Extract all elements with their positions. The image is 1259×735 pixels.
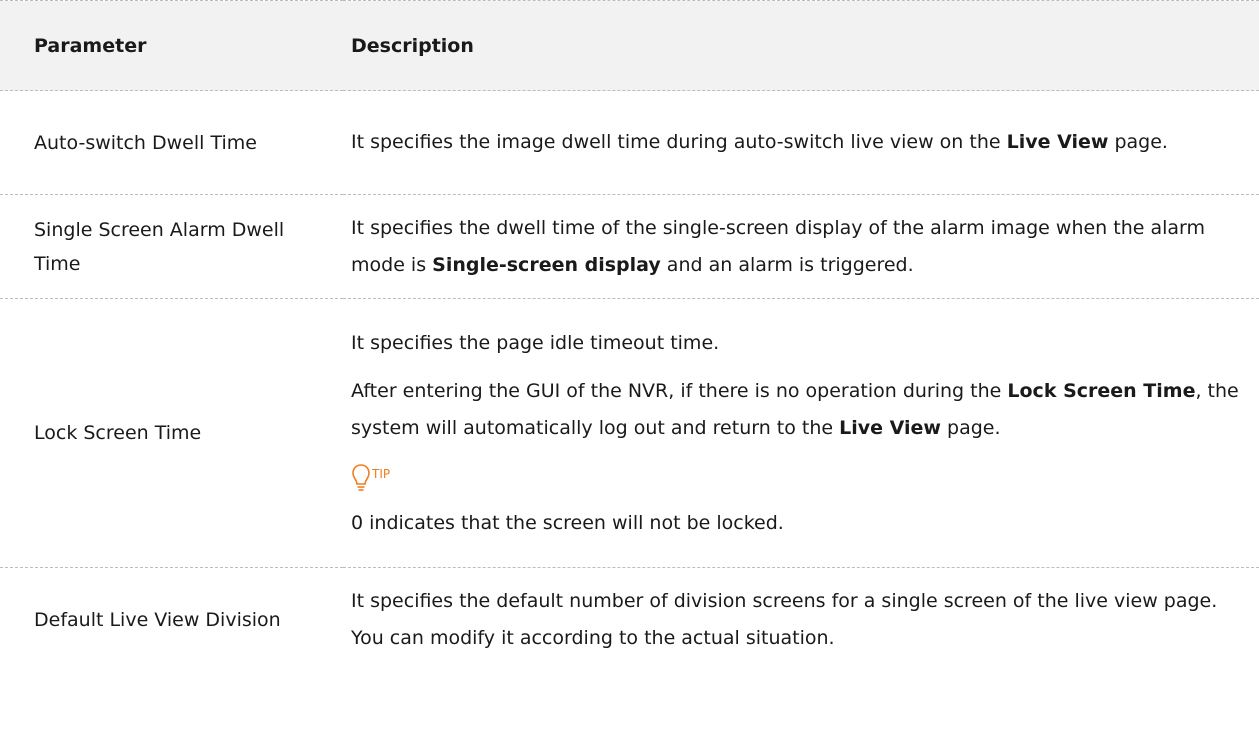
param-default-live-view-division: Default Live View Division bbox=[34, 608, 281, 631]
param-single-screen-alarm-dwell-time: Single Screen Alarm Dwell Time bbox=[0, 194, 343, 299]
desc-bold-term: Live View bbox=[1006, 131, 1109, 153]
table-row: Auto-switch Dwell Time It specifies the … bbox=[0, 90, 1259, 195]
desc-lock-screen-time: It specifies the page idle timeout time.… bbox=[343, 298, 1259, 568]
table-header-row: Parameter Description bbox=[0, 0, 1259, 91]
desc-paragraph: It specifies the page idle timeout time. bbox=[351, 331, 720, 354]
table-row: Single Screen Alarm Dwell Time It specif… bbox=[0, 194, 1259, 299]
desc-bold-term: Single-screen display bbox=[432, 253, 661, 276]
tip-label: TIP bbox=[372, 466, 391, 481]
desc-text: After entering the GUI of the NVR, if th… bbox=[351, 379, 1008, 402]
desc-text: It specifies the image dwell time during… bbox=[351, 131, 1007, 153]
tip-text: 0 indicates that the screen will not be … bbox=[351, 511, 784, 534]
table-row: Lock Screen Time It specifies the page i… bbox=[0, 298, 1259, 568]
param-lock-screen-time: Lock Screen Time bbox=[0, 298, 343, 568]
lightbulb-icon bbox=[351, 463, 371, 495]
header-description: Description bbox=[343, 0, 1259, 91]
desc-auto-switch-dwell-time: It specifies the image dwell time during… bbox=[343, 90, 1259, 195]
param-auto-switch-dwell-time: Auto-switch Dwell Time bbox=[0, 90, 343, 195]
desc-single-screen-alarm-dwell-time: It specifies the dwell time of the singl… bbox=[343, 194, 1259, 299]
table-row: Default Live View Division It specifies … bbox=[0, 568, 1259, 672]
desc-text: page. bbox=[1108, 131, 1168, 153]
desc-bold-term: Live View bbox=[839, 416, 941, 439]
desc-default-live-view-division: It specifies the default number of divis… bbox=[351, 589, 1218, 649]
tip-callout: TIP bbox=[351, 455, 1249, 495]
desc-bold-term: Lock Screen Time bbox=[1007, 379, 1196, 402]
parameter-table: Parameter Description Auto-switch Dwell … bbox=[0, 0, 1259, 671]
header-parameter: Parameter bbox=[0, 0, 343, 91]
desc-text: and an alarm is triggered. bbox=[660, 253, 914, 276]
desc-paragraph: After entering the GUI of the NVR, if th… bbox=[351, 373, 1249, 447]
desc-text: page. bbox=[940, 416, 1001, 439]
